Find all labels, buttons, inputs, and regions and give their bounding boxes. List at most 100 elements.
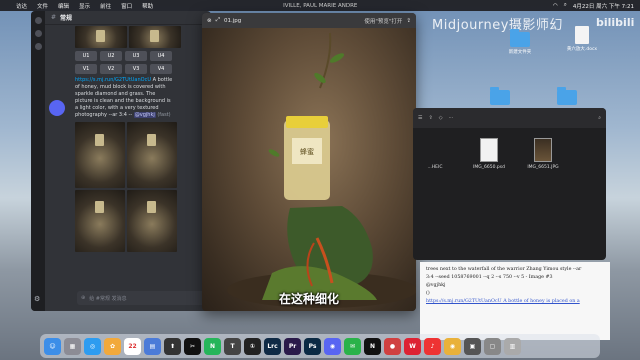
doc-line-link[interactable]: https://s.mj.run/G2TUtUanOcU A bottle of…	[426, 298, 604, 306]
photoshop-icon[interactable]: Ps	[304, 337, 321, 355]
typora-icon[interactable]: T	[224, 337, 241, 355]
file-name: IMG_6650.psd	[473, 165, 505, 170]
menu-item[interactable]: 编辑	[58, 2, 69, 10]
message-area[interactable]: U1 U2 U3 U4 V1 V2 V3 V4 https://s.mj.run…	[45, 26, 211, 291]
document-window[interactable]: trees next to the waterfall of the warri…	[420, 262, 610, 340]
user-mention[interactable]: @vgjhkj	[133, 112, 156, 118]
file-list: ...HEIC IMG_6650.psd IMG_6651.JPG	[413, 128, 606, 180]
other-icon[interactable]: ●	[384, 337, 401, 355]
u2-button[interactable]: U2	[100, 51, 122, 61]
gear-icon[interactable]: ⚙	[34, 295, 42, 303]
list-view-icon[interactable]: ☰	[418, 115, 422, 121]
finder-window: ☰ ⇪ ◇ ⋯ ⌕ ...HEIC IMG_6650.psd IMG_6651.…	[413, 108, 606, 260]
finder-toolbar: ☰ ⇪ ◇ ⋯ ⌕	[413, 108, 606, 128]
safari-icon[interactable]: ◎	[84, 337, 101, 355]
menu-item[interactable]: 前往	[100, 2, 111, 10]
open-with-preview-button[interactable]: 使用"预览"打开	[364, 17, 402, 25]
photos-icon[interactable]: ✿	[104, 337, 121, 355]
share-icon[interactable]: ⇪	[406, 18, 411, 24]
server-icon[interactable]	[34, 17, 42, 24]
discord-icon[interactable]: ◉	[324, 337, 341, 355]
server-rail	[31, 11, 45, 311]
composer-placeholder: 给 #常规 发消息	[89, 295, 127, 302]
lightroom-icon[interactable]: Lrc	[264, 337, 281, 355]
message-composer[interactable]: ⊕ 给 #常规 发消息	[77, 291, 207, 305]
capcut-icon[interactable]: ✂	[184, 337, 201, 355]
search-icon[interactable]: ⌕	[564, 2, 567, 9]
desktop-folder-2[interactable]	[478, 87, 522, 107]
grid-image[interactable]	[75, 122, 125, 188]
desktop-folder-3[interactable]	[545, 87, 589, 107]
file-item[interactable]: IMG_6651.JPG	[525, 138, 561, 170]
desktop-icon-label: 新建文件夹	[508, 50, 532, 55]
desktop-folder[interactable]: 新建文件夹	[498, 29, 542, 55]
grid-image[interactable]	[129, 26, 181, 48]
v2-button[interactable]: V2	[100, 64, 122, 74]
v4-button[interactable]: V4	[150, 64, 172, 74]
doc-line: ()	[426, 291, 430, 296]
doc-line: trees next to the waterfall of the warri…	[426, 267, 582, 272]
notes-icon[interactable]: N	[204, 337, 221, 355]
hash-icon: #	[51, 14, 57, 21]
grid-image[interactable]	[75, 190, 125, 252]
document-icon	[575, 26, 589, 44]
u4-button[interactable]: U4	[150, 51, 172, 61]
davinci-icon[interactable]: ①	[244, 337, 261, 355]
video-subtitle: 在这种细化	[278, 292, 339, 306]
launchpad-icon[interactable]: ▦	[64, 337, 81, 355]
wps-icon[interactable]: W	[404, 337, 421, 355]
netease-icon[interactable]: ♪	[424, 337, 441, 355]
finder2-icon[interactable]: ▤	[144, 337, 161, 355]
menu-item[interactable]: 文件	[37, 2, 48, 10]
share-icon[interactable]: ⇪	[428, 115, 432, 121]
close-icon[interactable]: ⊗	[207, 18, 212, 24]
file-name: IMG_6651.JPG	[527, 165, 559, 170]
menu-item[interactable]: 访达	[16, 2, 27, 10]
finder-icon[interactable]: ☺	[44, 337, 61, 355]
chrome-icon[interactable]: ◉	[444, 337, 461, 355]
speed-label: (fast)	[157, 112, 171, 118]
grid-image[interactable]	[127, 122, 177, 188]
v3-button[interactable]: V3	[125, 64, 147, 74]
wechat-icon[interactable]: ✉	[344, 337, 361, 355]
app-icon[interactable]: ▢	[484, 337, 501, 355]
file-thumbnail	[480, 138, 498, 162]
search-icon[interactable]: ⌕	[598, 115, 601, 121]
grid-image[interactable]	[127, 190, 177, 252]
server-icon[interactable]	[34, 30, 42, 37]
menu-item[interactable]: 窗口	[121, 2, 132, 10]
trash-icon[interactable]: ▥	[504, 337, 521, 355]
previous-image-grid[interactable]	[75, 26, 207, 48]
add-icon[interactable]: ⊕	[81, 295, 85, 301]
prompt-link[interactable]: https://s.mj.run/G2TUtUanOcU	[75, 77, 151, 83]
honey-jar-photo: 蜂蜜 在这种细化	[202, 28, 416, 311]
grid-image[interactable]	[75, 26, 127, 48]
u3-button[interactable]: U3	[125, 51, 147, 61]
server-icon[interactable]	[34, 43, 42, 50]
clock[interactable]: 4月22日 周六 下午 7:21	[573, 2, 634, 10]
jar-label: 蜂蜜	[300, 147, 314, 156]
avatar[interactable]	[49, 100, 65, 116]
file-item[interactable]: ...HEIC	[417, 138, 453, 170]
expand-icon[interactable]: ⤢	[216, 17, 220, 24]
calendar-icon[interactable]: 22	[124, 337, 141, 355]
file-item[interactable]: IMG_6650.psd	[471, 138, 507, 170]
upscale-buttons: U1 U2 U3 U4	[75, 51, 207, 61]
v1-button[interactable]: V1	[75, 64, 97, 74]
menu-item[interactable]: 帮助	[142, 2, 153, 10]
menu-bar: 访达 文件 编辑 显示 前往 窗口 帮助 IVILLE, PAUL MARIE …	[0, 0, 640, 11]
file-thumbnail	[534, 138, 552, 162]
dock: ☺ ▦ ◎ ✿ 22 ▤ ⬆ ✂ N T ① Lrc Pr Ps ◉ ✉ N ● W ♪ ◉ ▣ ▢ ▥	[40, 334, 600, 358]
premiere-icon[interactable]: Pr	[284, 337, 301, 355]
desktop-doc[interactable]: 黄六放大.docx	[560, 26, 604, 52]
result-image-grid[interactable]	[75, 122, 207, 252]
more-icon[interactable]: ⋯	[449, 115, 454, 121]
stocks-icon[interactable]: ⬆	[164, 337, 181, 355]
tag-icon[interactable]: ◇	[439, 115, 443, 121]
wifi-icon[interactable]: ◠	[553, 3, 558, 9]
menu-item[interactable]: 显示	[79, 2, 90, 10]
u1-button[interactable]: U1	[75, 51, 97, 61]
notion-icon[interactable]: N	[364, 337, 381, 355]
gallery-icon[interactable]: ▣	[464, 337, 481, 355]
discord-window: # 常规 U1 U2 U3 U4 V1 V2 V3 V4 https://s.m…	[31, 11, 211, 311]
